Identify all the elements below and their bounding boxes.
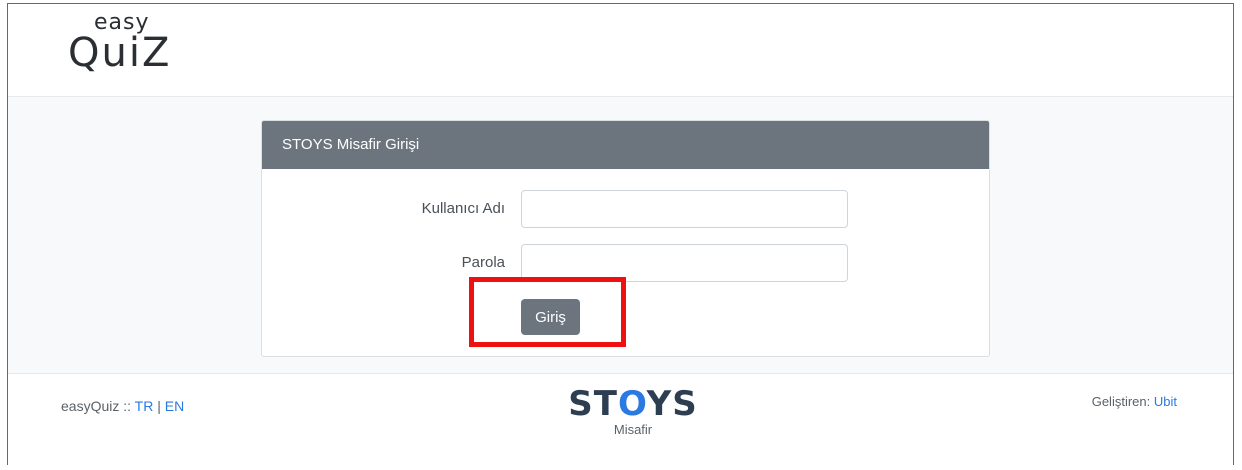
password-input[interactable] <box>521 244 848 282</box>
brand-subtitle: Misafir <box>613 422 653 437</box>
lang-separator: | <box>157 398 161 414</box>
footer-language: easyQuiz :: TR | EN <box>61 398 184 414</box>
header: easy QuiZ <box>8 4 1233 97</box>
username-row: Kullanıcı Adı <box>262 190 989 228</box>
login-button[interactable]: Giriş <box>521 299 580 335</box>
brand-suffix: YS <box>646 384 698 424</box>
username-input[interactable] <box>521 190 848 228</box>
password-row: Parola <box>262 244 989 282</box>
login-card: STOYS Misafir Girişi Kullanıcı Adı Parol… <box>261 120 990 357</box>
browser-frame: easy QuiZ STOYS Misafir Girişi Kullanıcı… <box>7 3 1234 467</box>
main-content: STOYS Misafir Girişi Kullanıcı Adı Parol… <box>8 97 1233 373</box>
username-label: Kullanıcı Adı <box>421 200 505 217</box>
password-label: Parola <box>461 254 505 271</box>
stoys-logo: STOYS Misafir <box>563 384 703 437</box>
footer: easyQuiz :: TR | EN STOYS Misafir Gelişt… <box>8 373 1233 467</box>
developer-link[interactable]: Ubit <box>1154 394 1177 409</box>
easyquiz-logo[interactable]: easy QuiZ <box>68 10 188 86</box>
logo-large-text: QuiZ <box>68 30 172 76</box>
lang-en-link[interactable]: EN <box>165 398 184 414</box>
footer-developer: Geliştiren: Ubit <box>1092 394 1177 409</box>
lang-tr-link[interactable]: TR <box>135 398 154 414</box>
brand-o-icon: O <box>617 384 647 424</box>
footer-app-name: easyQuiz :: <box>61 398 132 414</box>
brand-prefix: ST <box>568 384 618 424</box>
stoys-wordmark: STOYS <box>563 384 703 424</box>
developer-label: Geliştiren: <box>1091 394 1151 409</box>
login-card-title: STOYS Misafir Girişi <box>262 121 989 169</box>
